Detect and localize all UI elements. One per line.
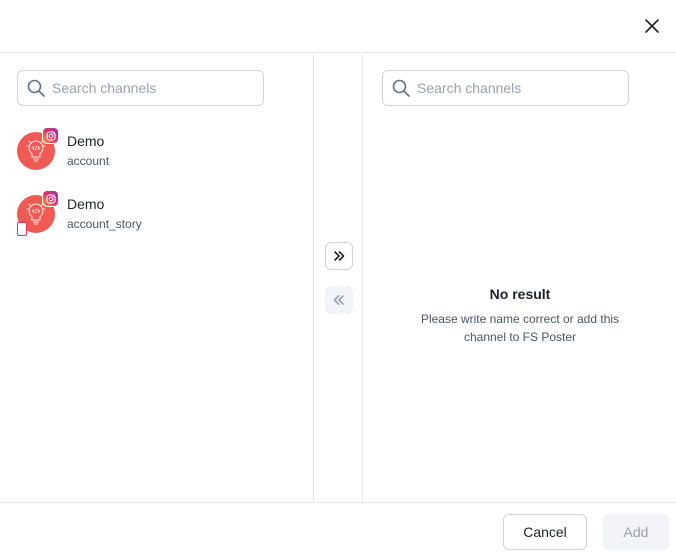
move-right-button[interactable] [325, 242, 353, 270]
right-search-box[interactable] [382, 70, 629, 106]
available-channels-panel: Demo account Demo account_story [0, 54, 314, 502]
selected-channels-panel: No result Please write name correct or a… [364, 54, 676, 502]
close-icon [645, 19, 659, 33]
left-search-input[interactable] [52, 80, 252, 96]
instagram-icon [42, 127, 59, 144]
story-icon [17, 222, 27, 236]
search-icon [392, 79, 410, 97]
dialog-header [0, 0, 676, 53]
right-search-input[interactable] [417, 80, 617, 96]
empty-state-description: Please write name correct or add this ch… [420, 312, 620, 344]
instagram-icon [42, 190, 59, 207]
empty-state: No result Please write name correct or a… [364, 286, 676, 346]
channel-item[interactable]: Demo account_story [17, 190, 297, 237]
channel-subtitle: account_story [67, 217, 142, 231]
close-button[interactable] [640, 14, 664, 38]
move-left-button[interactable] [325, 286, 353, 314]
dialog-footer: Cancel Add [0, 502, 676, 558]
channel-name: Demo [67, 133, 105, 149]
empty-state-title: No result [489, 286, 551, 302]
transfer-controls [315, 54, 363, 502]
search-icon [27, 79, 45, 97]
channel-subtitle: account [67, 154, 110, 168]
cancel-button[interactable]: Cancel [503, 514, 587, 550]
left-search-box[interactable] [17, 70, 264, 106]
add-button[interactable]: Add [603, 514, 669, 550]
channel-name: Demo [67, 196, 105, 212]
chevrons-left-icon [333, 295, 344, 305]
chevrons-right-icon [334, 251, 345, 261]
channel-item[interactable]: Demo account [17, 127, 297, 174]
